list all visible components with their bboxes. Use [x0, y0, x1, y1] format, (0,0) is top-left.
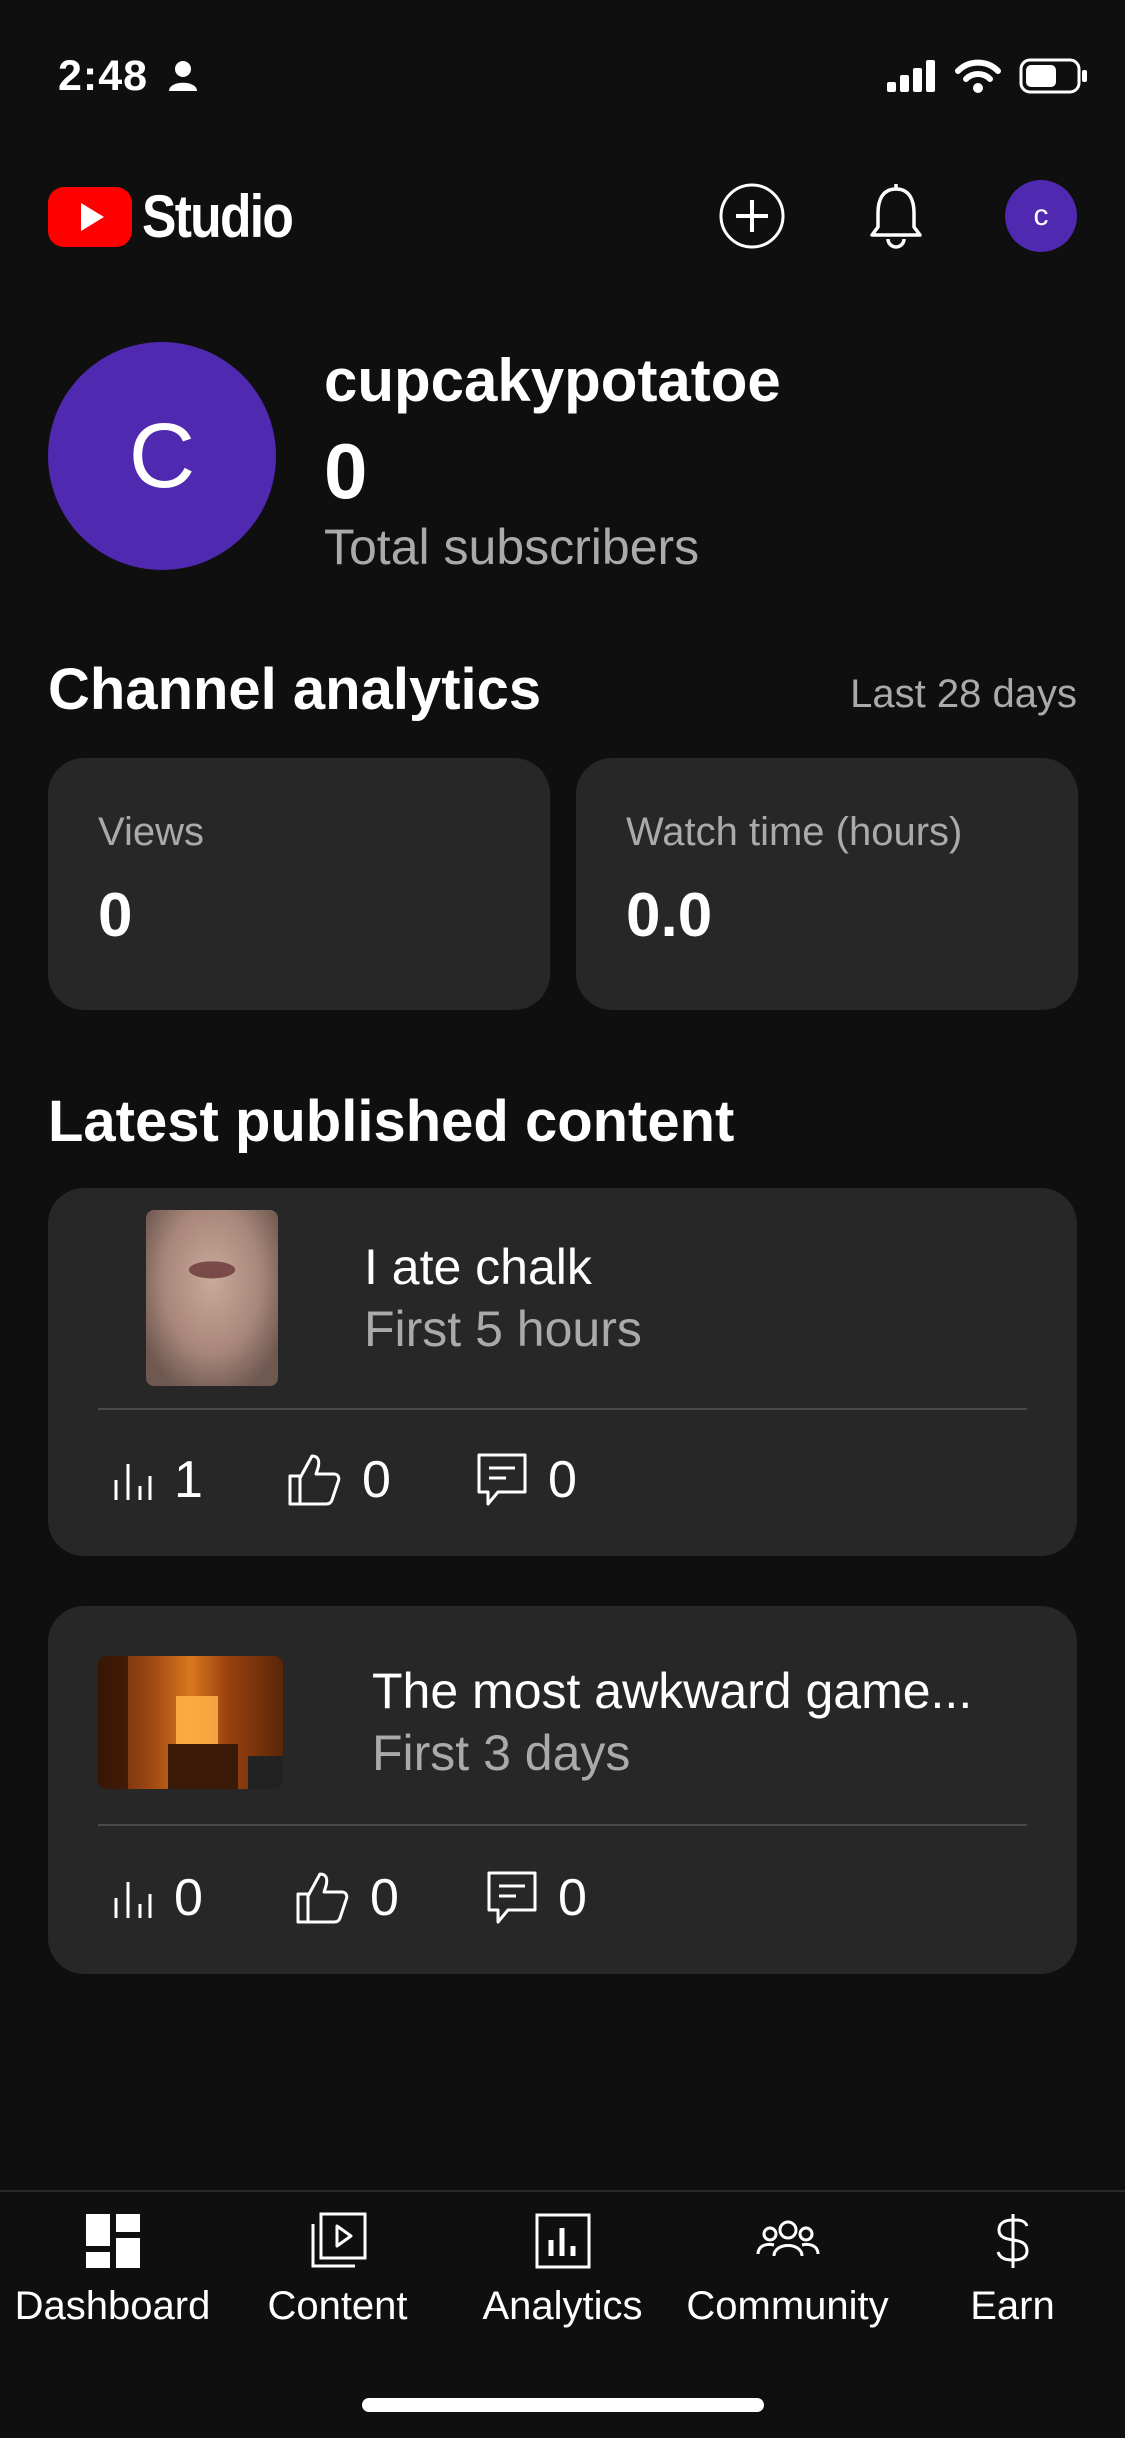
- video-period: First 5 hours: [364, 1301, 642, 1357]
- subscriber-label: Total subscribers: [324, 519, 700, 575]
- analytics-section-title: Channel analytics: [48, 657, 542, 722]
- nav-content[interactable]: Content: [225, 2212, 450, 2329]
- nav-analytics[interactable]: Analytics: [450, 2212, 675, 2329]
- likes-metric: 0: [286, 1450, 391, 1510]
- views-metric: 0: [110, 1868, 203, 1928]
- thumbs-up-icon: [288, 1454, 341, 1506]
- video-title: I ate chalk: [364, 1239, 592, 1295]
- bar-chart-icon: [114, 1882, 152, 1918]
- date-range-label: Last 28 days: [850, 672, 1077, 716]
- nav-dashboard[interactable]: Dashboard: [0, 2212, 225, 2329]
- likes-count: 0: [362, 1451, 391, 1509]
- bar-chart-icon: [114, 1464, 152, 1500]
- video-thumbnail[interactable]: [146, 1210, 278, 1386]
- dashboard-icon: [85, 2214, 140, 2268]
- nav-label: Earn: [970, 2284, 1055, 2328]
- channel-avatar[interactable]: C: [48, 342, 276, 570]
- video-title: The most awkward game...: [372, 1663, 973, 1719]
- comments-metric: 0: [476, 1450, 577, 1510]
- status-time: 2:48: [58, 52, 149, 100]
- battery-icon: [1019, 58, 1087, 94]
- views-label: Views: [98, 810, 204, 854]
- video-thumbnail[interactable]: [98, 1656, 283, 1789]
- nav-earn[interactable]: Earn: [900, 2212, 1125, 2329]
- views-metric: 1: [110, 1450, 203, 1510]
- channel-name: cupcakypotatoe: [324, 347, 781, 414]
- comment-icon: [487, 1871, 537, 1924]
- notifications-button[interactable]: [856, 176, 936, 256]
- nav-community[interactable]: Community: [675, 2212, 900, 2329]
- card-divider: [98, 1408, 1027, 1410]
- nav-label: Community: [686, 2284, 889, 2328]
- app-name: Studio: [142, 183, 294, 250]
- bell-icon: [870, 184, 922, 249]
- latest-content-title: Latest published content: [48, 1089, 735, 1154]
- comments-metric: 0: [486, 1868, 587, 1928]
- video-period: First 3 days: [372, 1725, 631, 1781]
- nav-label: Dashboard: [14, 2284, 211, 2328]
- person-icon: [168, 60, 198, 97]
- likes-count: 0: [370, 1869, 399, 1927]
- watch-time-card[interactable]: Watch time (hours) 0.0: [576, 758, 1078, 1010]
- account-avatar[interactable]: c: [1005, 180, 1077, 252]
- cellular-signal-icon: [887, 60, 935, 92]
- nav-label: Analytics: [482, 2284, 643, 2328]
- youtube-studio-logo[interactable]: Studio: [48, 182, 317, 251]
- create-button[interactable]: [712, 176, 792, 256]
- status-icons: [887, 58, 1089, 94]
- community-icon: [756, 2220, 819, 2257]
- home-indicator[interactable]: [362, 2398, 764, 2412]
- dollar-icon: [996, 2214, 1029, 2268]
- content-card[interactable]: The most awkward game... First 3 days 0 …: [48, 1606, 1077, 1974]
- content-icon: [311, 2212, 366, 2268]
- likes-metric: 0: [294, 1868, 399, 1928]
- comments-count: 0: [548, 1451, 577, 1509]
- youtube-logo-icon: [48, 186, 132, 247]
- nav-label: Content: [267, 2284, 408, 2328]
- comments-count: 0: [558, 1869, 587, 1927]
- views-count: 0: [174, 1869, 203, 1927]
- thumbs-up-icon: [296, 1872, 349, 1924]
- watch-time-value: 0.0: [626, 881, 713, 950]
- analytics-icon: [535, 2213, 590, 2269]
- views-count: 1: [174, 1451, 203, 1509]
- subscriber-count: 0: [324, 427, 368, 515]
- content-card[interactable]: I ate chalk First 5 hours 1 0 0: [48, 1188, 1077, 1556]
- card-divider: [98, 1824, 1027, 1826]
- plus-circle-icon: [719, 183, 785, 249]
- wifi-icon: [955, 59, 1001, 93]
- watch-time-label: Watch time (hours): [626, 810, 963, 854]
- views-card[interactable]: Views 0: [48, 758, 550, 1010]
- comment-icon: [477, 1453, 527, 1506]
- views-value: 0: [98, 881, 133, 950]
